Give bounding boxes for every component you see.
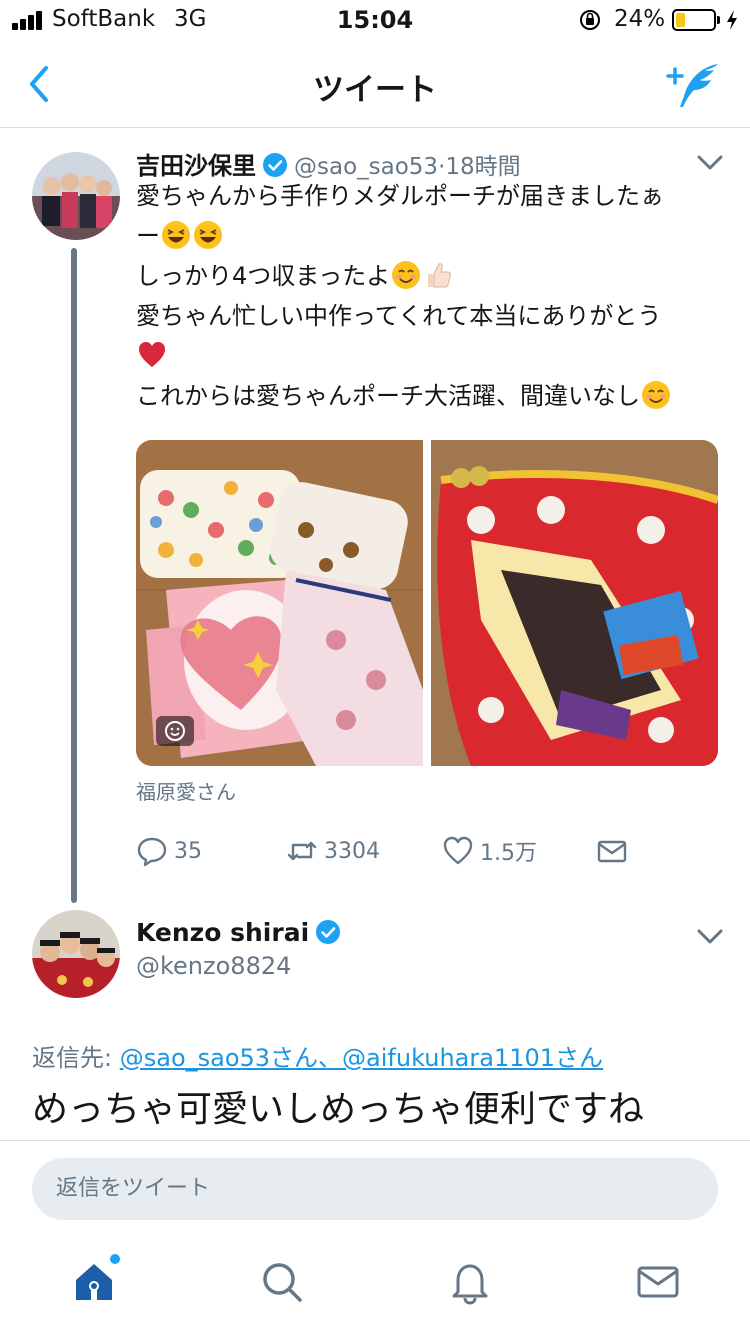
page-title: ツイート xyxy=(313,72,437,108)
reply-header: Kenzo shirai xyxy=(136,918,347,947)
tweet-line: これからは愛ちゃんポーチ大活躍、間違いなし xyxy=(136,376,726,416)
envelope-icon xyxy=(597,840,627,863)
laughing-emoji-icon xyxy=(162,221,190,249)
tab-home[interactable] xyxy=(70,1254,120,1306)
reply-button[interactable]: 35 xyxy=(136,834,202,868)
reply-text: めっちゃ可愛いしめっちゃ便利ですね xyxy=(32,1089,645,1130)
tagged-users[interactable]: 福原愛さん xyxy=(136,776,236,805)
thumbs-up-emoji-icon xyxy=(428,263,452,288)
media-tag-badge[interactable] xyxy=(156,716,194,746)
chevron-down-icon[interactable] xyxy=(696,154,724,172)
tweet-text: 愛ちゃんから手作りメダルポーチが届きましたぁ ー しっかり4つ収まったよ 愛ちゃ… xyxy=(136,176,726,416)
tab-search[interactable] xyxy=(258,1258,306,1306)
smiling-emoji-icon xyxy=(642,381,670,409)
verified-badge-icon xyxy=(263,153,287,177)
author-handle[interactable]: @kenzo8824 xyxy=(136,952,291,980)
tweet-actions: 35 3304 1.5万 xyxy=(136,834,736,868)
like-button[interactable]: 1.5万 xyxy=(442,834,537,868)
direct-message-button[interactable] xyxy=(596,834,634,868)
status-bar: SoftBank 3G 15:04 24% xyxy=(0,0,750,40)
heart-icon xyxy=(443,836,473,865)
tab-notifications[interactable] xyxy=(446,1258,494,1306)
charging-icon xyxy=(727,10,737,30)
reply-input[interactable]: 返信をツイート xyxy=(32,1158,718,1220)
red-heart-emoji-icon xyxy=(139,342,165,367)
retweet-icon xyxy=(287,841,317,861)
tweet-line xyxy=(136,336,726,376)
tab-bar xyxy=(0,1244,750,1334)
avatar[interactable] xyxy=(32,910,120,998)
verified-badge-icon xyxy=(316,920,341,944)
face-icon xyxy=(165,721,185,741)
retweet-button[interactable]: 3304 xyxy=(286,834,380,868)
divider xyxy=(0,1140,750,1141)
search-icon xyxy=(263,1263,302,1302)
mail-icon xyxy=(637,1266,679,1298)
battery-percent: 24% xyxy=(614,6,666,32)
tweet-media[interactable] xyxy=(136,440,718,766)
notification-dot xyxy=(110,1254,120,1264)
nav-bar: ツイート xyxy=(0,40,750,128)
battery-fill xyxy=(676,13,685,27)
reply-to-mentions[interactable]: @sao_sao53さん、@aifukuhara1101さん xyxy=(120,1044,603,1072)
laughing-emoji-icon xyxy=(194,221,222,249)
photo-pouch-inside[interactable] xyxy=(431,440,718,766)
bell-icon xyxy=(452,1264,488,1305)
reply-to-label: 返信先: xyxy=(32,1044,113,1072)
author-name[interactable]: Kenzo shirai xyxy=(136,918,309,947)
tweet-line: ー xyxy=(136,216,726,256)
battery-icon xyxy=(672,9,720,31)
reply-count: 35 xyxy=(174,838,202,864)
chevron-down-icon[interactable] xyxy=(696,928,724,946)
avatar[interactable] xyxy=(32,152,120,240)
tweet-line: 愛ちゃん忙しい中作ってくれて本当にありがとう xyxy=(136,302,662,330)
tweet-line: しっかり4つ収まったよ xyxy=(136,256,726,296)
reply-to-line: 返信先: @sao_sao53さん、@aifukuhara1101さん xyxy=(32,1038,603,1073)
tweet-line: 愛ちゃんから手作りメダルポーチが届きましたぁ xyxy=(136,182,664,210)
compose-tweet-icon[interactable] xyxy=(664,60,722,110)
smiling-emoji-icon xyxy=(392,261,421,289)
thread-line xyxy=(71,248,77,903)
reply-icon xyxy=(137,837,167,867)
home-icon xyxy=(76,1264,112,1300)
orientation-lock-icon xyxy=(580,10,600,30)
tab-messages[interactable] xyxy=(634,1258,682,1306)
like-count: 1.5万 xyxy=(480,841,537,866)
retweet-count: 3304 xyxy=(324,838,380,864)
